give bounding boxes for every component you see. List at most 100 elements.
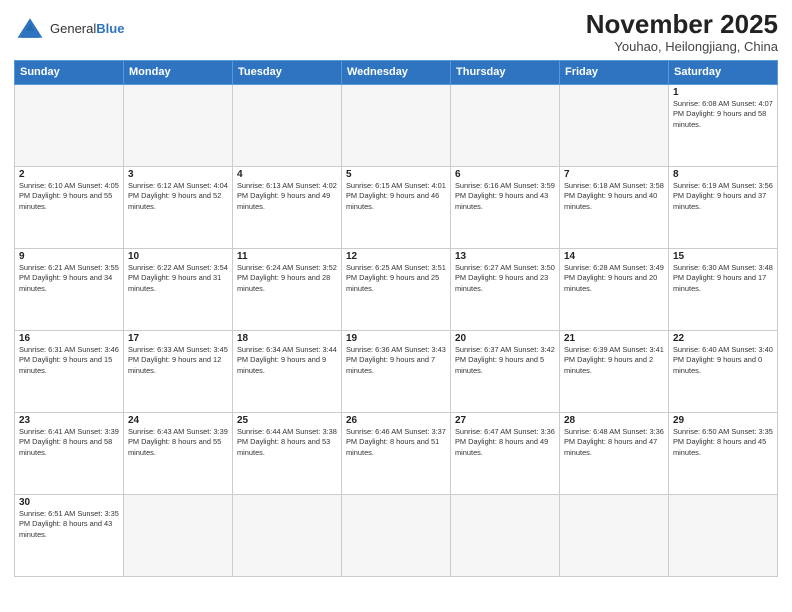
day-number: 22 (673, 333, 773, 344)
header-thursday: Thursday (451, 60, 560, 84)
day-info: Sunrise: 6:51 AM Sunset: 3:35 PM Dayligh… (19, 509, 119, 541)
day-info: Sunrise: 6:34 AM Sunset: 3:44 PM Dayligh… (237, 345, 337, 377)
calendar-cell: 24Sunrise: 6:43 AM Sunset: 3:39 PM Dayli… (124, 412, 233, 494)
calendar-cell: 9Sunrise: 6:21 AM Sunset: 3:55 PM Daylig… (15, 248, 124, 330)
day-info: Sunrise: 6:50 AM Sunset: 3:35 PM Dayligh… (673, 427, 773, 459)
calendar-cell: 4Sunrise: 6:13 AM Sunset: 4:02 PM Daylig… (233, 166, 342, 248)
calendar-header-row: Sunday Monday Tuesday Wednesday Thursday… (15, 60, 778, 84)
calendar-cell: 19Sunrise: 6:36 AM Sunset: 3:43 PM Dayli… (342, 330, 451, 412)
day-number: 6 (455, 169, 555, 180)
header-sunday: Sunday (15, 60, 124, 84)
day-number: 21 (564, 333, 664, 344)
calendar-cell: 10Sunrise: 6:22 AM Sunset: 3:54 PM Dayli… (124, 248, 233, 330)
calendar-cell: 17Sunrise: 6:33 AM Sunset: 3:45 PM Dayli… (124, 330, 233, 412)
day-number: 17 (128, 333, 228, 344)
calendar-cell: 7Sunrise: 6:18 AM Sunset: 3:58 PM Daylig… (560, 166, 669, 248)
day-number: 8 (673, 169, 773, 180)
day-info: Sunrise: 6:33 AM Sunset: 3:45 PM Dayligh… (128, 345, 228, 377)
day-number: 16 (19, 333, 119, 344)
day-info: Sunrise: 6:22 AM Sunset: 3:54 PM Dayligh… (128, 263, 228, 295)
month-year-title: November 2025 (586, 10, 778, 39)
day-info: Sunrise: 6:16 AM Sunset: 3:59 PM Dayligh… (455, 181, 555, 213)
calendar-cell (233, 494, 342, 576)
day-info: Sunrise: 6:27 AM Sunset: 3:50 PM Dayligh… (455, 263, 555, 295)
calendar-cell: 12Sunrise: 6:25 AM Sunset: 3:51 PM Dayli… (342, 248, 451, 330)
day-number: 15 (673, 251, 773, 262)
calendar-cell: 6Sunrise: 6:16 AM Sunset: 3:59 PM Daylig… (451, 166, 560, 248)
day-info: Sunrise: 6:46 AM Sunset: 3:37 PM Dayligh… (346, 427, 446, 459)
title-block: November 2025 Youhao, Heilongjiang, Chin… (586, 10, 778, 54)
calendar-cell: 16Sunrise: 6:31 AM Sunset: 3:46 PM Dayli… (15, 330, 124, 412)
day-info: Sunrise: 6:08 AM Sunset: 4:07 PM Dayligh… (673, 99, 773, 131)
header-friday: Friday (560, 60, 669, 84)
day-number: 24 (128, 415, 228, 426)
day-info: Sunrise: 6:21 AM Sunset: 3:55 PM Dayligh… (19, 263, 119, 295)
calendar-cell (560, 84, 669, 166)
day-number: 2 (19, 169, 119, 180)
calendar-cell: 18Sunrise: 6:34 AM Sunset: 3:44 PM Dayli… (233, 330, 342, 412)
day-number: 11 (237, 251, 337, 262)
day-number: 27 (455, 415, 555, 426)
day-info: Sunrise: 6:41 AM Sunset: 3:39 PM Dayligh… (19, 427, 119, 459)
day-info: Sunrise: 6:30 AM Sunset: 3:48 PM Dayligh… (673, 263, 773, 295)
header-saturday: Saturday (669, 60, 778, 84)
day-number: 13 (455, 251, 555, 262)
day-number: 12 (346, 251, 446, 262)
calendar-cell: 3Sunrise: 6:12 AM Sunset: 4:04 PM Daylig… (124, 166, 233, 248)
day-info: Sunrise: 6:40 AM Sunset: 3:40 PM Dayligh… (673, 345, 773, 377)
day-info: Sunrise: 6:31 AM Sunset: 3:46 PM Dayligh… (19, 345, 119, 377)
calendar-cell: 21Sunrise: 6:39 AM Sunset: 3:41 PM Dayli… (560, 330, 669, 412)
calendar-cell (669, 494, 778, 576)
calendar-cell (342, 84, 451, 166)
day-number: 10 (128, 251, 228, 262)
day-info: Sunrise: 6:18 AM Sunset: 3:58 PM Dayligh… (564, 181, 664, 213)
day-info: Sunrise: 6:36 AM Sunset: 3:43 PM Dayligh… (346, 345, 446, 377)
logo-text: GeneralBlue (50, 21, 124, 36)
calendar-cell: 15Sunrise: 6:30 AM Sunset: 3:48 PM Dayli… (669, 248, 778, 330)
day-info: Sunrise: 6:47 AM Sunset: 3:36 PM Dayligh… (455, 427, 555, 459)
day-number: 3 (128, 169, 228, 180)
logo: GeneralBlue (14, 14, 124, 42)
day-number: 14 (564, 251, 664, 262)
day-info: Sunrise: 6:24 AM Sunset: 3:52 PM Dayligh… (237, 263, 337, 295)
day-number: 9 (19, 251, 119, 262)
calendar-cell (124, 494, 233, 576)
header-tuesday: Tuesday (233, 60, 342, 84)
calendar-cell (342, 494, 451, 576)
calendar-cell: 27Sunrise: 6:47 AM Sunset: 3:36 PM Dayli… (451, 412, 560, 494)
day-info: Sunrise: 6:48 AM Sunset: 3:36 PM Dayligh… (564, 427, 664, 459)
location-subtitle: Youhao, Heilongjiang, China (586, 39, 778, 54)
calendar-table: Sunday Monday Tuesday Wednesday Thursday… (14, 60, 778, 577)
calendar-cell: 8Sunrise: 6:19 AM Sunset: 3:56 PM Daylig… (669, 166, 778, 248)
calendar-cell (451, 494, 560, 576)
calendar-cell: 29Sunrise: 6:50 AM Sunset: 3:35 PM Dayli… (669, 412, 778, 494)
day-number: 20 (455, 333, 555, 344)
day-number: 28 (564, 415, 664, 426)
day-info: Sunrise: 6:28 AM Sunset: 3:49 PM Dayligh… (564, 263, 664, 295)
calendar-cell (451, 84, 560, 166)
calendar-cell: 13Sunrise: 6:27 AM Sunset: 3:50 PM Dayli… (451, 248, 560, 330)
calendar-cell: 20Sunrise: 6:37 AM Sunset: 3:42 PM Dayli… (451, 330, 560, 412)
day-number: 25 (237, 415, 337, 426)
calendar-cell: 2Sunrise: 6:10 AM Sunset: 4:05 PM Daylig… (15, 166, 124, 248)
day-number: 7 (564, 169, 664, 180)
calendar-cell: 26Sunrise: 6:46 AM Sunset: 3:37 PM Dayli… (342, 412, 451, 494)
header-wednesday: Wednesday (342, 60, 451, 84)
day-number: 5 (346, 169, 446, 180)
calendar-cell: 22Sunrise: 6:40 AM Sunset: 3:40 PM Dayli… (669, 330, 778, 412)
calendar-cell (560, 494, 669, 576)
day-number: 4 (237, 169, 337, 180)
calendar-cell (233, 84, 342, 166)
day-info: Sunrise: 6:25 AM Sunset: 3:51 PM Dayligh… (346, 263, 446, 295)
day-number: 29 (673, 415, 773, 426)
day-info: Sunrise: 6:37 AM Sunset: 3:42 PM Dayligh… (455, 345, 555, 377)
header-monday: Monday (124, 60, 233, 84)
calendar-cell (15, 84, 124, 166)
day-info: Sunrise: 6:19 AM Sunset: 3:56 PM Dayligh… (673, 181, 773, 213)
calendar-cell: 5Sunrise: 6:15 AM Sunset: 4:01 PM Daylig… (342, 166, 451, 248)
calendar-cell: 25Sunrise: 6:44 AM Sunset: 3:38 PM Dayli… (233, 412, 342, 494)
calendar-cell (124, 84, 233, 166)
day-info: Sunrise: 6:10 AM Sunset: 4:05 PM Dayligh… (19, 181, 119, 213)
day-info: Sunrise: 6:39 AM Sunset: 3:41 PM Dayligh… (564, 345, 664, 377)
day-number: 19 (346, 333, 446, 344)
